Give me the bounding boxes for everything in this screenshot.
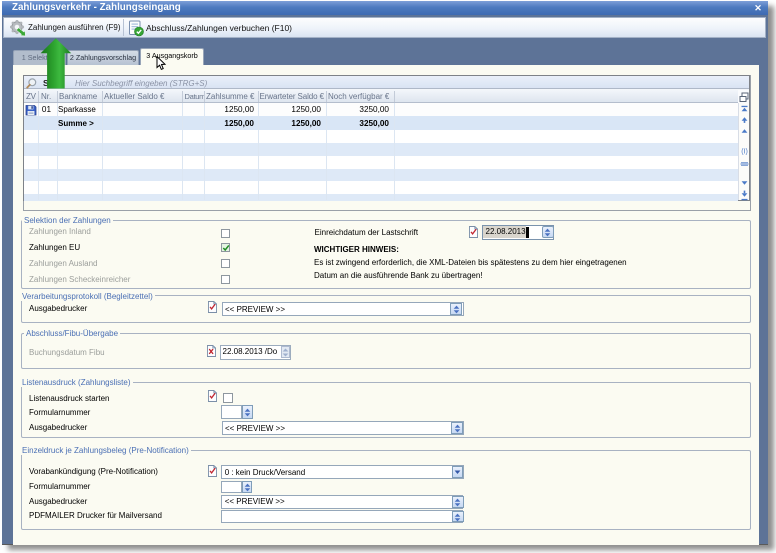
svg-text:(I): (I) (741, 149, 748, 156)
